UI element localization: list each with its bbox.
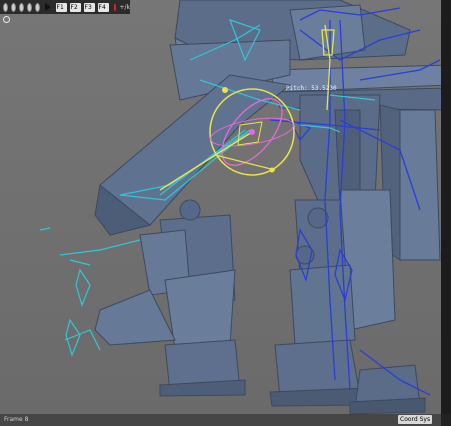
robot-hanging-plate (394, 109, 441, 261)
stop-button[interactable] (34, 2, 40, 12)
viewport-status-bar (0, 414, 451, 426)
playback-toolbar: F1 F2 F3 F4 +/k (0, 0, 130, 14)
robot-left-knee-joint (179, 199, 201, 221)
toolbar-mode-label: +/k (119, 3, 130, 11)
frame-label: Frame 8 (4, 416, 29, 423)
viewport-right-edge (441, 0, 451, 426)
key-f1-button[interactable]: F1 (55, 2, 67, 12)
step-forward-button[interactable] (26, 2, 32, 12)
robot-shoulder (289, 4, 366, 61)
robot-left-shin (164, 269, 236, 351)
loop-button[interactable] (10, 2, 16, 12)
record-icon[interactable] (113, 3, 117, 11)
3d-viewport[interactable]: F1 F2 F3 F4 +/k Pitch: 53.5230 Frame 8 C… (0, 0, 451, 426)
play-icon[interactable] (44, 3, 51, 11)
record-mode-button[interactable] (3, 2, 8, 12)
key-f3-button[interactable]: F3 (83, 2, 95, 12)
coord-sys-button[interactable]: Coord Sys (398, 415, 433, 424)
viewport-circle-icon[interactable] (3, 16, 10, 23)
step-back-button[interactable] (18, 2, 24, 12)
key-f4-button[interactable]: F4 (97, 2, 109, 12)
robot-scene[interactable] (0, 0, 451, 426)
rotation-readout: Pitch: 53.5230 (286, 85, 337, 92)
key-f2-button[interactable]: F2 (69, 2, 81, 12)
robot-left-foot-front (94, 289, 176, 346)
